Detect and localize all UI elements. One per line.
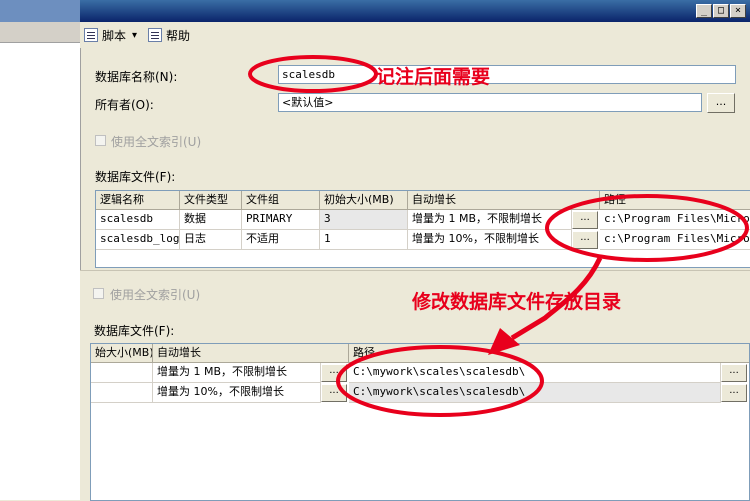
db-files-label: 数据库文件(F): [95,170,176,184]
minimize-button[interactable]: _ [696,4,712,18]
annotation-note-1: 记注后面需要 [376,66,491,88]
cell-logical-name[interactable]: scalesdb_log [96,230,180,250]
maximize-button[interactable]: □ [713,4,729,18]
cell-path[interactable]: c:\Program Files\Micro [600,230,750,250]
close-button[interactable]: × [730,4,746,18]
path-browse-button[interactable]: ... [721,384,747,402]
fulltext-label: 使用全文索引(U) [110,288,201,302]
cell-autogrowth[interactable]: 增量为 1 MB，不限制增长 [153,363,321,383]
cell-file-type[interactable]: 数据 [180,210,242,230]
cell-path[interactable]: C:\mywork\scales\scalesdb\ [349,363,721,383]
col-header-path[interactable]: 路径 [600,191,750,210]
owner-label: 所有者(O): [95,98,154,112]
cell-autogrowth[interactable]: 增量为 10%，不限制增长 [153,383,321,403]
autogrowth-browse-button[interactable]: ... [321,384,347,402]
help-label: 帮助 [166,28,191,43]
help-button[interactable]: 帮助 [148,26,190,44]
cell-filegroup[interactable]: 不适用 [242,230,320,250]
col-header-initial-size[interactable]: 初始大小(MB) [320,191,408,210]
col-header-path[interactable]: 路径 [349,344,749,363]
fulltext-label: 使用全文索引(U) [111,135,202,149]
autogrowth-browse-button[interactable]: ... [572,211,598,229]
toolbar: 脚本 ▾ 帮助 [80,22,750,48]
cell-path[interactable]: c:\Program Files\Micro [600,210,750,230]
col-header-filegroup[interactable]: 文件组 [242,191,320,210]
cell-initial-size[interactable] [91,363,153,383]
db-files-grid-edited: 始大小(MB) 自动增长 路径 增量为 1 MB，不限制增长 ... C:\my… [90,343,750,501]
db-name-input[interactable]: scalesdb [278,65,736,84]
col-header-autogrowth[interactable]: 自动增长 [153,344,349,363]
titlebar-left-segment [0,0,80,22]
dropdown-arrow-icon: ▾ [132,29,138,41]
window-titlebar: _ □ × [0,0,750,22]
cell-autogrowth[interactable]: 增量为 10%，不限制增长 [408,230,572,250]
cell-filegroup[interactable]: PRIMARY [242,210,320,230]
cell-initial-size[interactable] [91,383,153,403]
left-pane-header [0,22,80,43]
col-header-file-type[interactable]: 文件类型 [180,191,242,210]
fulltext-checkbox[interactable] [93,288,104,299]
script-icon [84,28,98,42]
fulltext-checkbox[interactable] [95,135,106,146]
cell-logical-name[interactable]: scalesdb [96,210,180,230]
owner-browse-button[interactable]: ... [707,93,735,113]
path-browse-button[interactable]: ... [721,364,747,382]
db-files-grid: 逻辑名称 文件类型 文件组 初始大小(MB) 自动增长 路径 scalesdb … [95,190,750,268]
col-header-initial-size[interactable]: 始大小(MB) [91,344,153,363]
db-name-label: 数据库名称(N): [95,70,178,84]
col-header-logical-name[interactable]: 逻辑名称 [96,191,180,210]
cell-initial-size[interactable]: 3 [320,210,408,230]
cell-path[interactable]: C:\mywork\scales\scalesdb\ [349,383,721,403]
owner-input[interactable]: <默认值> [278,93,702,112]
autogrowth-browse-button[interactable]: ... [321,364,347,382]
cell-initial-size[interactable]: 1 [320,230,408,250]
left-pane [0,22,81,500]
script-button[interactable]: 脚本 ▾ [84,26,137,44]
db-files-label: 数据库文件(F): [94,324,175,338]
cell-autogrowth[interactable]: 增量为 1 MB，不限制增长 [408,210,572,230]
annotation-note-2: 修改数据库文件存放目录 [412,291,622,313]
script-label: 脚本 [102,28,127,43]
col-header-autogrowth[interactable]: 自动增长 [408,191,600,210]
help-icon [148,28,162,42]
autogrowth-browse-button[interactable]: ... [572,231,598,249]
cell-file-type[interactable]: 日志 [180,230,242,250]
